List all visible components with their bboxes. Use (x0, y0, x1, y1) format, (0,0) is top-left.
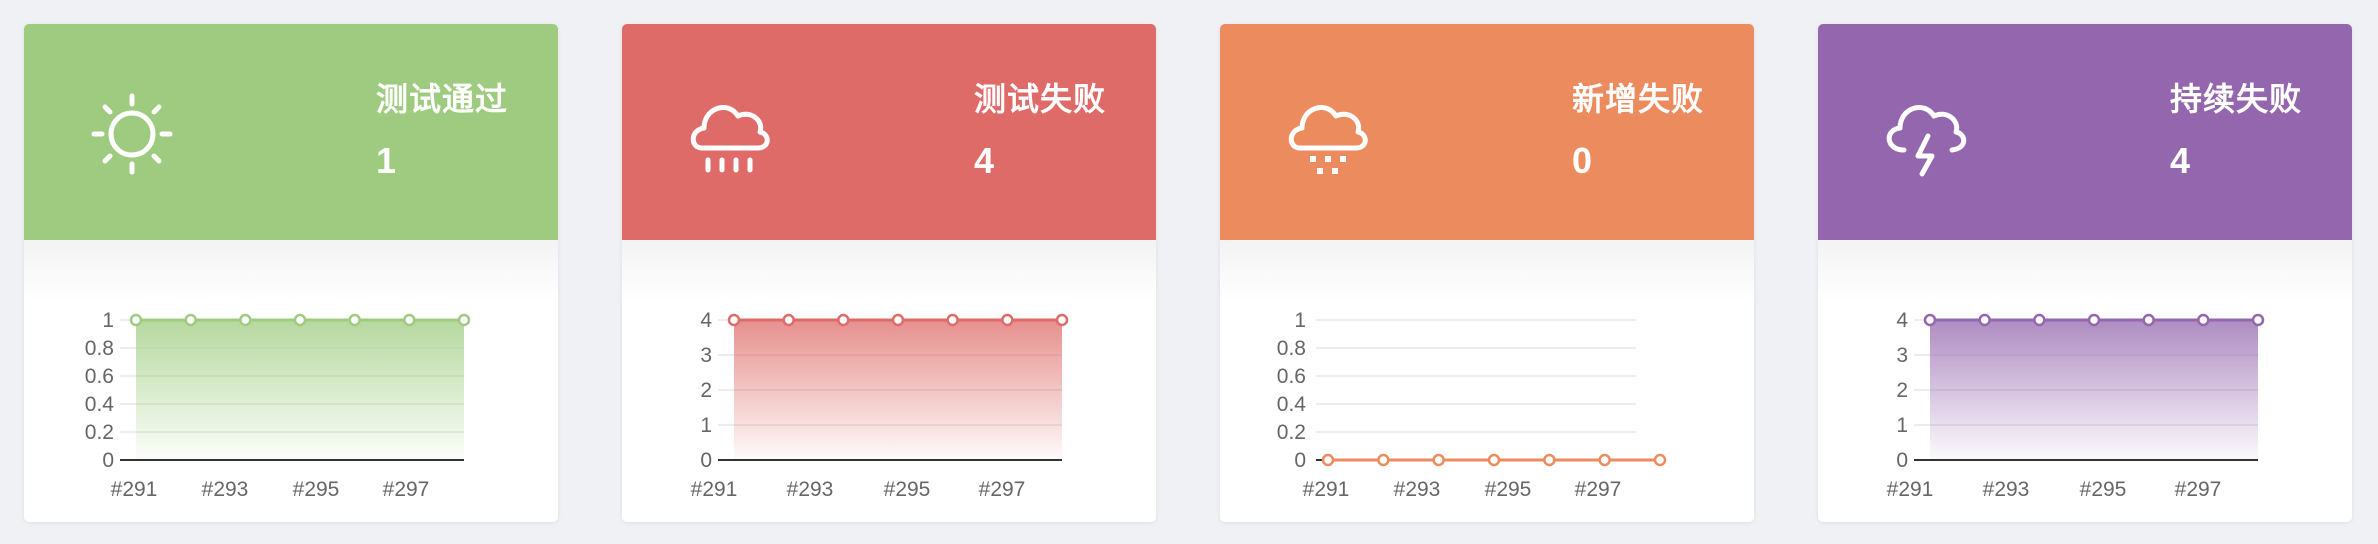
x-tick-label: #297 (2175, 478, 2222, 501)
card-header: 测试失败 4 (622, 24, 1156, 240)
x-tick-label: #295 (884, 478, 931, 501)
data-point (1653, 453, 1667, 467)
data-point (239, 313, 252, 327)
x-tick-label: #293 (1983, 478, 2030, 501)
data-point (1055, 313, 1069, 327)
data-point (1598, 453, 1611, 467)
y-tick-label: 1 (102, 309, 114, 332)
card-count: 4 (974, 140, 995, 181)
data-point (129, 313, 143, 327)
y-tick-label: 3 (700, 344, 712, 367)
y-tick-label: 0.6 (85, 365, 114, 388)
trend-chart: 4 3 2 1 0 #291 #293 #295 #297 (691, 309, 1069, 501)
data-point (891, 313, 905, 327)
area-fill (734, 320, 1062, 460)
x-tick-label: #297 (1575, 478, 1622, 501)
y-tick-label: 0.6 (1277, 365, 1306, 388)
card-passed: 测试通过 1 1 0.8 0.6 0.4 0.2 0 #291 #293 #295 #297 (24, 24, 558, 522)
data-point (457, 313, 471, 327)
data-point (946, 313, 959, 327)
y-tick-label: 0.2 (1277, 421, 1306, 444)
data-point (1432, 453, 1445, 467)
y-tick-label: 2 (700, 379, 712, 402)
data-point (2087, 313, 2101, 327)
card-chart-area: 1 0.8 0.6 0.4 0.2 0 #291 #293 #295 #297 (1220, 240, 1754, 522)
x-tick-label: #293 (202, 478, 249, 501)
snow-cloud-icon (1288, 105, 1368, 174)
y-tick-label: 0 (102, 449, 114, 472)
data-point (1923, 313, 1937, 327)
x-tick-label: #295 (2080, 478, 2127, 501)
x-tick-label: #295 (1485, 478, 1532, 501)
y-tick-label: 0.4 (1277, 393, 1307, 416)
x-tick-label: #297 (979, 478, 1026, 501)
card-new-failures: 新增失败 0 1 0.8 0.6 0.4 0.2 0 #291 #293 #295 #297 (1220, 24, 1754, 522)
x-tick-label: #297 (383, 478, 430, 501)
data-point (1377, 453, 1390, 467)
data-point (2251, 313, 2265, 327)
data-point (1001, 313, 1014, 327)
y-tick-label: 1 (1896, 414, 1908, 437)
y-tick-label: 2 (1896, 379, 1908, 402)
sun-icon (91, 93, 173, 175)
card-count: 4 (2170, 140, 2191, 181)
data-point (348, 313, 361, 327)
card-count: 1 (376, 140, 397, 181)
y-tick-label: 4 (1896, 309, 1908, 332)
data-point (1978, 313, 1991, 327)
y-tick-label: 0 (1294, 449, 1306, 472)
data-point (1543, 453, 1556, 467)
data-point (293, 313, 307, 327)
thunder-cloud-icon (1886, 105, 1967, 177)
x-tick-label: #291 (1887, 478, 1934, 501)
y-tick-label: 3 (1896, 344, 1908, 367)
data-point (837, 313, 850, 327)
y-tick-label: 1 (700, 414, 712, 437)
y-tick-label: 0 (700, 449, 712, 472)
data-point (2033, 313, 2046, 327)
rain-cloud-icon (690, 105, 770, 173)
x-tick-label: #291 (111, 478, 158, 501)
x-tick-label: #291 (691, 478, 738, 501)
data-point (782, 313, 795, 327)
x-tick-label: #293 (787, 478, 834, 501)
card-header: 持续失败 4 (1818, 24, 2352, 240)
data-point (2197, 313, 2210, 327)
card-header: 新增失败 0 (1220, 24, 1754, 240)
card-chart-area: 4 3 2 1 0 #291 #293 #295 #297 (1818, 240, 2352, 522)
data-point (1487, 453, 1501, 467)
data-point (184, 313, 197, 327)
x-tick-label: #291 (1303, 478, 1350, 501)
card-count: 0 (1572, 140, 1593, 181)
card-title: 测试通过 (376, 81, 509, 117)
card-title: 新增失败 (1572, 81, 1705, 117)
y-tick-label: 0.2 (85, 421, 114, 444)
y-tick-label: 0.4 (85, 393, 115, 416)
trend-chart: 1 0.8 0.6 0.4 0.2 0 #291 #293 #295 #297 (1277, 309, 1667, 501)
card-chart-area: 4 3 2 1 0 #291 #293 #295 #297 (622, 240, 1156, 522)
area-fill (1930, 320, 2258, 460)
y-tick-label: 0.8 (1277, 337, 1306, 360)
card-title: 持续失败 (2170, 81, 2303, 117)
trend-chart: 4 3 2 1 0 #291 #293 #295 #297 (1887, 309, 2265, 501)
card-header: 测试通过 1 (24, 24, 558, 240)
card-continuous-failures: 持续失败 4 4 3 2 1 0 #291 #293 #295 #297 (1818, 24, 2352, 522)
data-point (727, 313, 741, 327)
y-tick-label: 1 (1294, 309, 1306, 332)
card-title: 测试失败 (974, 81, 1107, 117)
y-tick-label: 0.8 (85, 337, 114, 360)
card-failed: 测试失败 4 4 3 2 1 0 #291 #293 #295 #297 (622, 24, 1156, 522)
x-tick-label: #295 (293, 478, 340, 501)
x-tick-label: #293 (1394, 478, 1441, 501)
data-point (1321, 453, 1335, 467)
data-point (403, 313, 416, 327)
card-chart-area: 1 0.8 0.6 0.4 0.2 0 #291 #293 #295 #297 (24, 240, 558, 522)
y-tick-label: 0 (1896, 449, 1908, 472)
data-point (2142, 313, 2155, 327)
y-tick-label: 4 (700, 309, 712, 332)
trend-chart: 1 0.8 0.6 0.4 0.2 0 #291 #293 #295 #297 (85, 309, 471, 501)
area-fill (136, 320, 464, 460)
